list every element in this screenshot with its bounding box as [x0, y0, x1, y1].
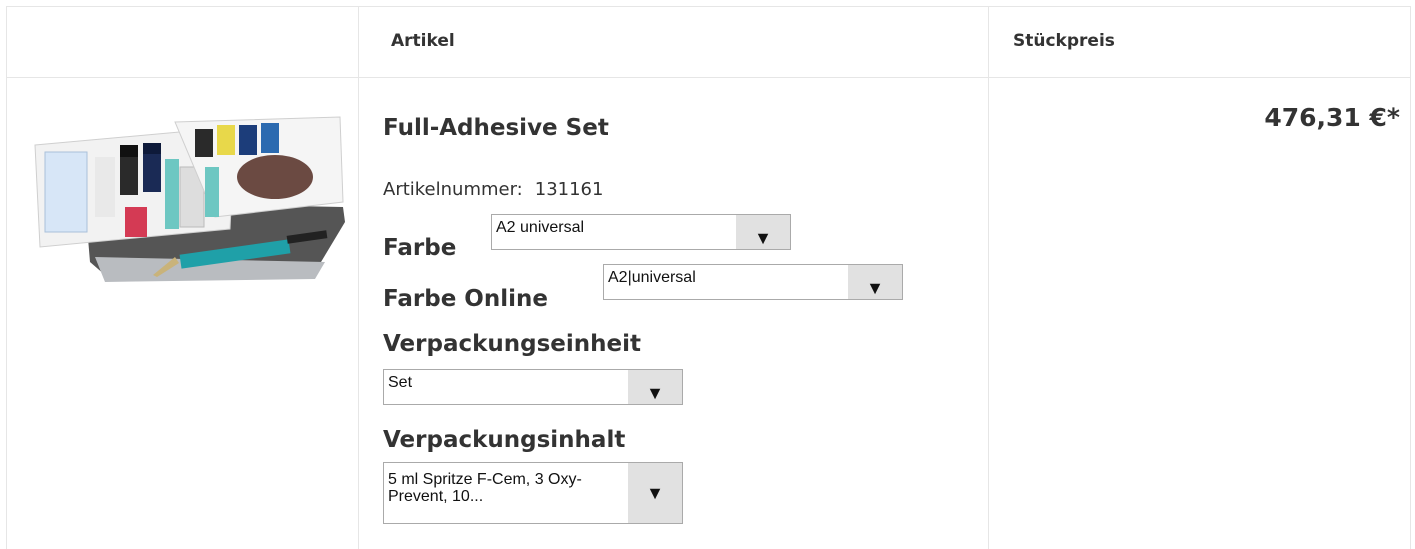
color-online-select-value: A2|universal	[608, 269, 696, 286]
packaging-content-select[interactable]: 5 ml Spritze F-Cem, 3 Oxy-Prevent, 10...…	[383, 462, 683, 524]
color-online-select[interactable]: A2|universal ▼	[603, 264, 903, 300]
header-article: Artikel	[391, 31, 455, 51]
article-number-value: 131161	[534, 179, 604, 200]
packaging-unit-select[interactable]: Set ▼	[383, 369, 683, 405]
cart-table: Artikel Stückpreis Full-Adhesive Set Art…	[6, 6, 1411, 549]
table-header-row: Artikel Stückpreis	[7, 7, 1410, 78]
product-image[interactable]	[25, 97, 347, 297]
article-number-label: Artikelnummer:	[383, 179, 523, 200]
color-online-label: Farbe Online	[383, 286, 548, 312]
column-divider	[988, 7, 989, 549]
packaging-content-label: Verpackungsinhalt	[383, 427, 626, 453]
color-label: Farbe	[383, 235, 457, 261]
unit-price: 476,31 €*	[1264, 103, 1400, 132]
triangle-down-icon: ▼	[628, 370, 682, 404]
packaging-unit-label: Verpackungseinheit	[383, 331, 642, 357]
packaging-unit-select-value: Set	[388, 374, 413, 391]
triangle-down-icon: ▼	[736, 215, 790, 249]
article-number: Artikelnummer: 131161	[383, 179, 603, 200]
product-name[interactable]: Full-Adhesive Set	[383, 115, 609, 141]
triangle-down-icon: ▼	[628, 463, 682, 523]
packaging-content-select-value: 5 ml Spritze F-Cem, 3 Oxy-Prevent, 10...	[388, 471, 582, 505]
color-select[interactable]: A2 universal ▼	[491, 214, 791, 250]
triangle-down-icon: ▼	[848, 265, 902, 299]
header-unit-price: Stückpreis	[1013, 31, 1115, 51]
column-divider	[358, 7, 359, 549]
color-select-value: A2 universal	[496, 219, 585, 236]
